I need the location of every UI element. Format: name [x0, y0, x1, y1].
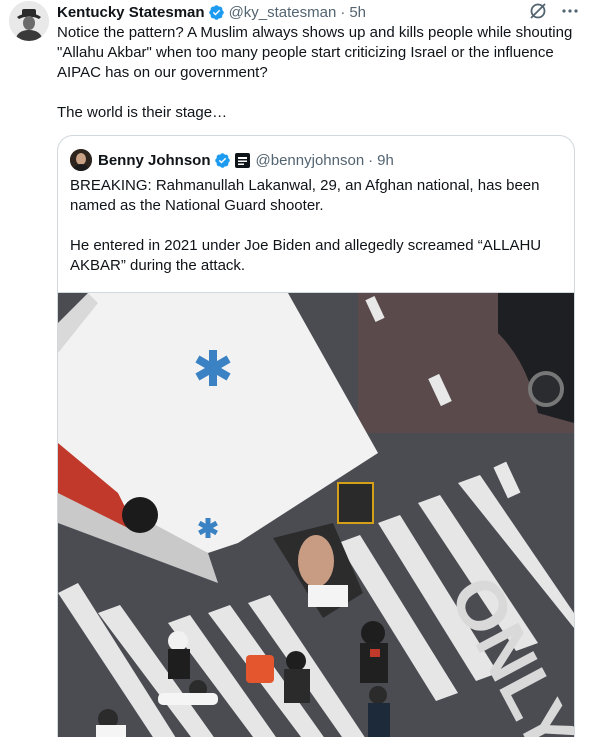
verified-badge-icon: [208, 4, 225, 21]
quoted-author-handle: @bennyjohnson: [255, 151, 365, 169]
separator-dot: ·: [368, 151, 374, 169]
post-timestamp[interactable]: 5h: [349, 4, 366, 21]
separator-dot: ·: [340, 3, 346, 21]
quoted-post-photo[interactable]: ONLY: [58, 292, 574, 737]
header-actions: [528, 1, 580, 21]
post-header: Kentucky Statesman @ky_statesman · 5h: [57, 1, 580, 23]
post-text-paragraph: Notice the pattern? A Muslim always show…: [57, 24, 573, 81]
street-scene-image: ONLY: [58, 293, 574, 737]
quoted-text-paragraph: BREAKING: Rahmanullah Lakanwal, 29, an A…: [70, 177, 540, 214]
quoted-author-name: Benny Johnson: [98, 151, 211, 169]
quoted-author-avatar: [70, 149, 92, 171]
quoted-text-paragraph: He entered in 2021 under Joe Biden and a…: [70, 237, 542, 274]
post-text: Notice the pattern? A Muslim always show…: [57, 23, 579, 123]
quoted-post[interactable]: Benny Johnson @bennyjohnson · 9h BREAKIN…: [57, 135, 575, 737]
author-name[interactable]: Kentucky Statesman: [57, 4, 205, 21]
post[interactable]: Kentucky Statesman @ky_statesman · 5h No…: [0, 0, 592, 737]
verified-badge-icon: [214, 152, 231, 169]
quoted-post-timestamp: 9h: [377, 151, 394, 169]
post-text-paragraph: The world is their stage…: [57, 104, 228, 121]
more-icon[interactable]: [560, 1, 580, 21]
author-handle[interactable]: @ky_statesman: [229, 4, 337, 21]
quoted-post-text: BREAKING: Rahmanullah Lakanwal, 29, an A…: [70, 176, 564, 276]
affiliate-badge-icon: [234, 152, 250, 168]
quoted-post-header: Benny Johnson @bennyjohnson · 9h: [70, 149, 394, 171]
author-avatar[interactable]: [9, 1, 49, 41]
avatar-image: [9, 1, 49, 41]
grok-icon[interactable]: [528, 1, 548, 21]
